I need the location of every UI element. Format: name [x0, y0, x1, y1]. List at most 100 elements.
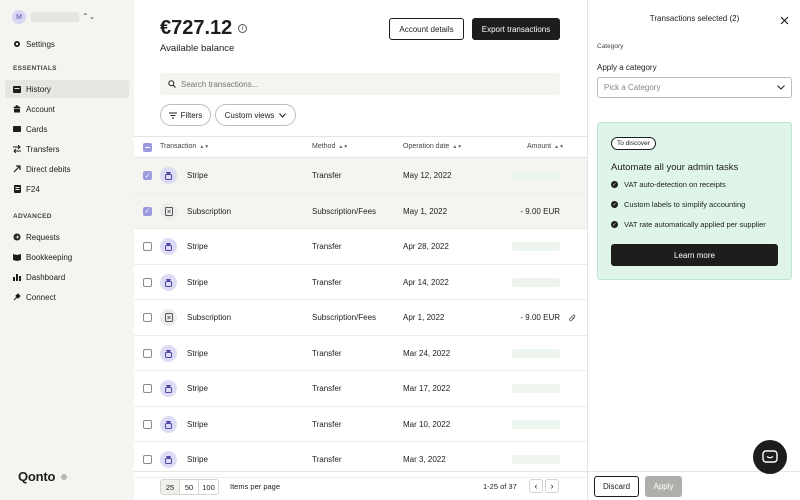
amount-placeholder — [512, 384, 560, 394]
balance-amount: €727.12 i — [160, 17, 248, 40]
requests-icon — [13, 233, 21, 241]
column-label: Method — [312, 143, 336, 150]
amount-placeholder — [512, 277, 560, 287]
promo-feature: ✓ VAT auto-detection on receipts — [611, 180, 726, 189]
status-dot-icon — [61, 473, 68, 480]
sidebar-item-label: Dashboard — [26, 272, 66, 282]
info-icon[interactable]: i — [238, 24, 248, 33]
sidebar-item-connect[interactable]: Connect — [5, 288, 129, 306]
sidebar-item-settings[interactable]: Settings — [5, 35, 129, 53]
row-checkbox[interactable] — [143, 371, 152, 407]
prev-page-button[interactable]: ‹ — [529, 479, 543, 493]
select-all-checkbox[interactable] — [143, 143, 152, 152]
table-row[interactable]: Subscription Subscription/Fees Apr 1, 20… — [134, 300, 587, 336]
sidebar-item-account[interactable]: Account — [5, 100, 129, 118]
bag-icon — [160, 167, 177, 185]
table-row[interactable]: Stripe Transfer Apr 28, 2022 — [134, 229, 587, 265]
sidebar-item-requests[interactable]: Requests — [5, 228, 129, 246]
panel-title: Transactions selected (2) — [649, 14, 740, 23]
sidebar-item-label: Transfers — [26, 144, 60, 154]
transaction-amount — [512, 229, 560, 265]
pagination: 25 50 100 Items per page 1-25 of 37 ‹ › — [134, 471, 587, 500]
sidebar-item-label: Direct debits — [26, 164, 71, 174]
discard-button[interactable]: Discard — [594, 476, 639, 497]
transaction-avatar — [160, 336, 177, 372]
chevron-left-icon: ‹ — [534, 481, 538, 491]
search-input[interactable] — [181, 79, 531, 89]
row-checkbox[interactable] — [143, 407, 152, 443]
amount-placeholder — [512, 348, 560, 358]
amount-text: - 9.00 EUR — [520, 206, 560, 216]
table-row[interactable]: Stripe Transfer Apr 14, 2022 — [134, 265, 587, 301]
per-page-option[interactable]: 25 — [161, 480, 180, 494]
sidebar-item-transfers[interactable]: Transfers — [5, 140, 129, 158]
filters-label: Filters — [180, 110, 203, 120]
transaction-amount — [512, 371, 560, 407]
row-checkbox[interactable]: ✓ — [143, 194, 152, 230]
custom-views-dropdown[interactable]: Custom views — [215, 104, 296, 126]
sidebar-item-dashboard[interactable]: Dashboard — [5, 268, 129, 286]
learn-more-button[interactable]: Learn more — [611, 244, 778, 266]
close-icon[interactable] — [780, 16, 789, 28]
account-icon — [13, 105, 21, 113]
amount-placeholder — [512, 419, 560, 429]
bag-icon — [160, 344, 177, 362]
sidebar-item-direct-debits[interactable]: Direct debits — [5, 160, 129, 178]
next-page-button[interactable]: › — [545, 479, 559, 493]
section-advanced: ADVANCED — [13, 213, 52, 220]
filters-button[interactable]: Filters — [160, 104, 211, 126]
sidebar-item-f24[interactable]: F24 — [5, 180, 129, 198]
main-content: €727.12 i Available balance Account deta… — [134, 0, 587, 500]
table-row[interactable]: ✓ Subscription Subscription/Fees May 1, … — [134, 193, 587, 230]
per-page-option[interactable]: 50 — [180, 480, 199, 494]
column-method[interactable]: Method ▲▼ — [312, 143, 348, 150]
column-amount[interactable]: Amount ▲▼ — [527, 143, 564, 150]
feature-text: VAT auto-detection on receipts — [624, 180, 726, 189]
chat-launcher-button[interactable] — [753, 440, 787, 474]
transaction-name: Subscription — [187, 313, 232, 323]
sidebar: M ⌃⌄ Settings ESSENTIALS History Account… — [0, 0, 134, 500]
table-row[interactable]: Stripe Transfer Mar 24, 2022 — [134, 336, 587, 372]
column-operation-date[interactable]: Operation date ▲▼ — [403, 143, 462, 150]
dashboard-icon — [13, 273, 21, 281]
table-header: Transaction ▲▼ Method ▲▼ Operation date ▲▼ … — [134, 136, 587, 158]
sort-icon: ▲▼ — [452, 143, 463, 150]
chevron-down-icon — [279, 112, 287, 118]
per-page-option[interactable]: 100 — [199, 480, 218, 494]
row-checkbox[interactable] — [143, 300, 152, 336]
category-select[interactable]: Pick a Category — [597, 77, 792, 98]
transaction-name: Stripe — [187, 384, 208, 394]
sidebar-item-cards[interactable]: Cards — [5, 120, 129, 138]
transaction-name: Stripe — [187, 419, 208, 429]
organization-switcher[interactable]: M ⌃⌄ — [12, 10, 95, 24]
transaction-date: May 12, 2022 — [403, 171, 452, 181]
sidebar-item-label: Bookkeeping — [26, 252, 73, 262]
column-transaction[interactable]: Transaction ▲▼ — [160, 143, 209, 150]
transaction-avatar — [160, 158, 177, 194]
sort-icon: ▲▼ — [338, 143, 349, 150]
sidebar-item-history[interactable]: History — [5, 80, 129, 98]
table-row[interactable]: Stripe Transfer Mar 17, 2022 — [134, 371, 587, 407]
logo-text: Qonto — [18, 469, 56, 484]
balance-label: Available balance — [160, 43, 235, 54]
sidebar-item-label: Settings — [26, 39, 55, 49]
row-checkbox[interactable] — [143, 265, 152, 301]
apply-button[interactable]: Apply — [645, 476, 682, 497]
table-row[interactable]: Stripe Transfer Mar 10, 2022 — [134, 407, 587, 443]
table-row[interactable]: ✓ Stripe Transfer May 12, 2022 — [134, 158, 587, 194]
row-checkbox[interactable] — [143, 229, 152, 265]
attachment-icon[interactable] — [569, 300, 576, 336]
qonto-logo[interactable]: Qonto — [18, 469, 68, 484]
amount-text: - 9.00 EUR — [520, 313, 560, 323]
custom-views-label: Custom views — [224, 110, 275, 120]
account-details-button[interactable]: Account details — [389, 18, 464, 40]
transaction-method: Transfer — [312, 348, 342, 358]
row-checkbox[interactable] — [143, 336, 152, 372]
org-name-placeholder — [31, 12, 79, 22]
transaction-amount — [512, 407, 560, 443]
export-transactions-button[interactable]: Export transactions — [472, 18, 560, 40]
f24-icon — [13, 185, 21, 193]
sidebar-item-bookkeeping[interactable]: Bookkeeping — [5, 248, 129, 266]
row-checkbox[interactable]: ✓ — [143, 158, 152, 194]
feature-text: Custom labels to simplify accounting — [624, 200, 746, 209]
